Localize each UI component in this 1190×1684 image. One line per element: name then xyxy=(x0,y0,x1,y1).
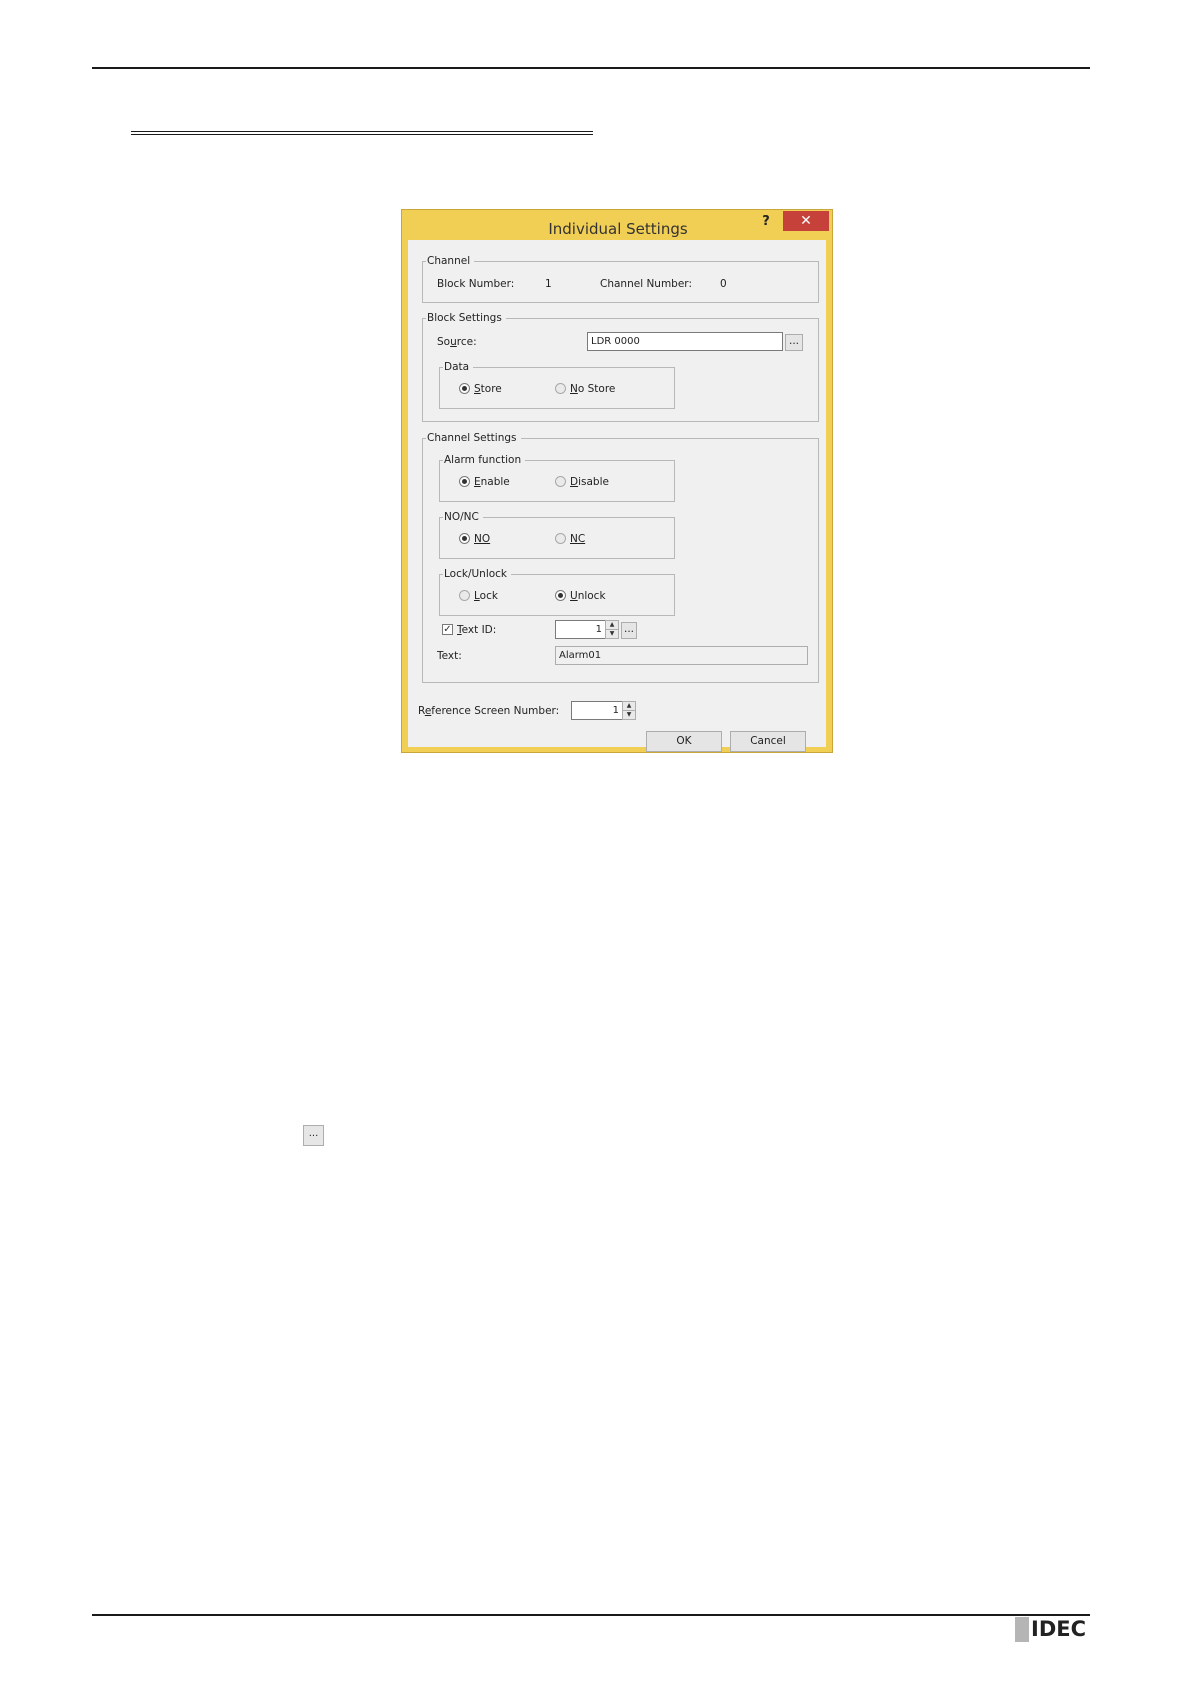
logo-text: IDEC xyxy=(1031,1617,1087,1641)
enable-radio[interactable] xyxy=(459,476,470,487)
text-id-browse-button[interactable]: ... xyxy=(621,622,637,639)
individual-settings-dialog: Individual Settings ? ✕ Channel Block Nu… xyxy=(401,209,833,753)
nc-label: NC xyxy=(570,533,586,545)
section-title-rule-top xyxy=(131,131,593,132)
unlock-radio[interactable] xyxy=(555,590,566,601)
text-display: Alarm01 xyxy=(555,646,808,665)
block-number-label: Block Number: xyxy=(437,278,515,290)
channel-number-value: 0 xyxy=(720,278,727,290)
channel-settings-group: Channel Settings Alarm function Enable D… xyxy=(422,430,819,683)
text-id-checkbox[interactable]: ✓ xyxy=(442,624,453,635)
reference-screen-number-label: Reference Screen Number: xyxy=(418,705,560,717)
disable-radio[interactable] xyxy=(555,476,566,487)
section-title-rule-bottom xyxy=(131,134,593,135)
store-label: Store xyxy=(474,383,502,395)
alarm-function-group: Alarm function Enable Disable xyxy=(439,452,675,502)
data-legend: Data xyxy=(443,359,474,375)
disable-label: Disable xyxy=(570,476,609,488)
block-settings-legend: Block Settings xyxy=(426,310,506,326)
block-number-value: 1 xyxy=(545,278,552,290)
source-browse-button[interactable]: ... xyxy=(785,334,803,351)
text-id-input[interactable]: 1 xyxy=(555,620,606,639)
no-nc-legend: NO/NC xyxy=(443,509,483,525)
no-nc-group: NO/NC NO NC xyxy=(439,509,675,559)
no-label: NO xyxy=(474,533,491,545)
unlock-label: Unlock xyxy=(570,590,606,602)
no-store-radio[interactable] xyxy=(555,383,566,394)
header-rule xyxy=(92,67,1090,69)
text-label: Text: xyxy=(437,650,462,662)
reference-screen-number-input[interactable]: 1 xyxy=(571,701,623,720)
store-radio[interactable] xyxy=(459,383,470,394)
spinner-down-icon[interactable]: ▼ xyxy=(606,630,618,638)
no-store-label: No Store xyxy=(570,383,616,395)
source-input[interactable]: LDR 0000 xyxy=(587,332,783,351)
text-id-label: Text ID: xyxy=(457,624,497,636)
channel-group: Channel Block Number: 1 Channel Number: … xyxy=(422,253,819,303)
idec-logo: IDEC xyxy=(1015,1617,1087,1643)
source-label: Source: xyxy=(437,336,477,348)
no-radio[interactable] xyxy=(459,533,470,544)
cancel-button[interactable]: Cancel xyxy=(730,731,806,752)
text-id-spinner[interactable]: ▲ ▼ xyxy=(605,620,619,639)
lock-unlock-group: Lock/Unlock Lock Unlock xyxy=(439,566,675,616)
dialog-client-area: Channel Block Number: 1 Channel Number: … xyxy=(408,240,826,752)
inline-browse-button-icon: ... xyxy=(303,1125,324,1146)
channel-settings-legend: Channel Settings xyxy=(426,430,521,446)
reference-screen-spinner[interactable]: ▲ ▼ xyxy=(622,701,636,720)
lock-label: Lock xyxy=(474,590,498,602)
ok-button[interactable]: OK xyxy=(646,731,722,752)
alarm-function-legend: Alarm function xyxy=(443,452,526,468)
nc-radio[interactable] xyxy=(555,533,566,544)
enable-label: Enable xyxy=(474,476,510,488)
ref-spinner-down-icon[interactable]: ▼ xyxy=(623,711,635,719)
channel-number-label: Channel Number: xyxy=(600,278,692,290)
close-button[interactable]: ✕ xyxy=(783,211,829,231)
ref-spinner-up-icon[interactable]: ▲ xyxy=(623,702,635,711)
lock-radio[interactable] xyxy=(459,590,470,601)
channel-legend: Channel xyxy=(426,253,475,269)
logo-mark xyxy=(1015,1617,1029,1642)
spinner-up-icon[interactable]: ▲ xyxy=(606,621,618,630)
help-icon[interactable]: ? xyxy=(756,213,776,231)
data-group: Data Store No Store xyxy=(439,359,675,409)
block-settings-group: Block Settings Source: LDR 0000 ... Data… xyxy=(422,310,819,422)
footer-rule xyxy=(92,1614,1090,1616)
lock-unlock-legend: Lock/Unlock xyxy=(443,566,512,582)
